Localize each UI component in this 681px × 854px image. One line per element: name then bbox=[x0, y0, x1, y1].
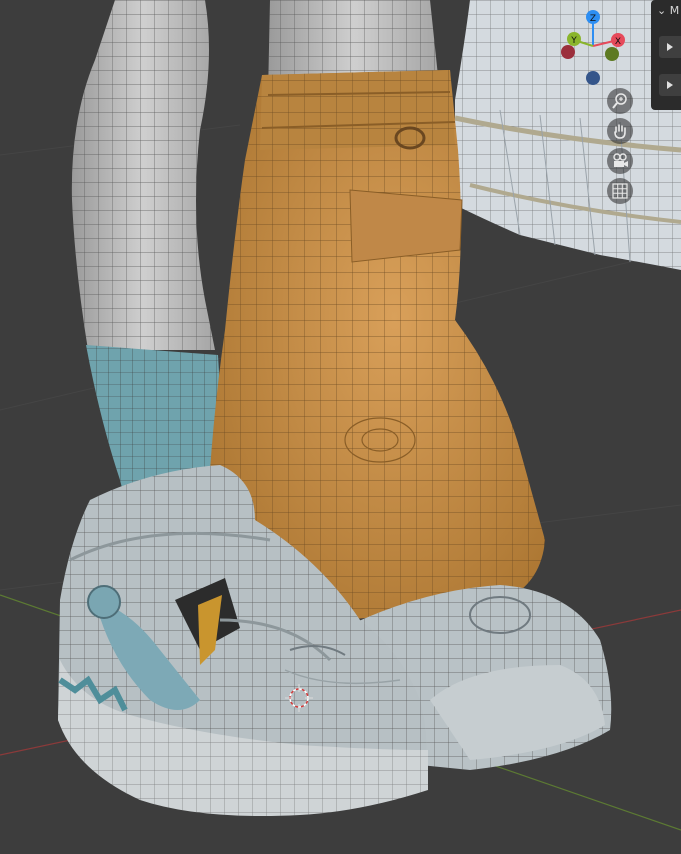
x-axis-label: X bbox=[615, 37, 621, 47]
sidebar-row-1[interactable] bbox=[659, 36, 681, 58]
sidebar-header[interactable]: ⌄ M bbox=[657, 4, 679, 17]
play-icon bbox=[667, 43, 673, 51]
camera-icon bbox=[613, 153, 628, 167]
y-axis-label: Y bbox=[570, 36, 577, 46]
sidebar-header-label: M bbox=[669, 4, 680, 17]
z-axis-label: Z bbox=[590, 14, 596, 24]
zoom-icon bbox=[612, 93, 627, 109]
zoom-button[interactable] bbox=[607, 88, 633, 114]
pan-button[interactable] bbox=[607, 118, 633, 144]
ortho-toggle-button[interactable] bbox=[607, 178, 633, 204]
play-icon bbox=[667, 81, 673, 89]
chevron-down-icon: ⌄ bbox=[657, 4, 667, 17]
hand-pan-icon bbox=[614, 124, 626, 139]
camera-view-button[interactable] bbox=[607, 148, 633, 174]
viewport-scene bbox=[0, 0, 681, 831]
navigation-gizmo[interactable]: Z X Y bbox=[556, 6, 634, 90]
3d-viewport[interactable] bbox=[0, 0, 681, 850]
sidebar-panel[interactable]: ⌄ M bbox=[651, 0, 681, 110]
sidebar-row-2[interactable] bbox=[659, 74, 681, 96]
leg-back-mesh[interactable] bbox=[71, 0, 215, 350]
axis-gizmo-icon: Z X Y bbox=[561, 10, 625, 85]
grid-icon bbox=[612, 183, 628, 199]
